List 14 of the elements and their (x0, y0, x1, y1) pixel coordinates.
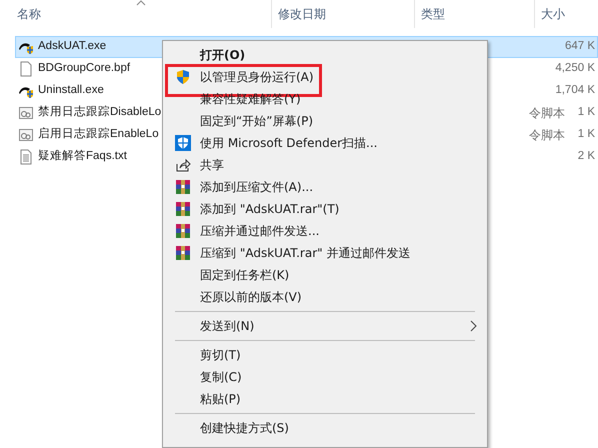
file-size: 647 K (564, 39, 596, 54)
file-size: 1 K (576, 105, 596, 120)
file-name: 启用日志跟踪EnableLo (38, 126, 160, 142)
file-type: 令脚本 (529, 127, 565, 144)
file-name: BDGroupCore.bpf (38, 61, 132, 76)
file-name: 禁用日志跟踪DisableLo (38, 104, 162, 120)
file-name: AdskUAT.exe (38, 39, 108, 54)
file-size: 2 K (576, 149, 596, 164)
file-type: 令脚本 (529, 105, 565, 122)
file-size: 1,704 K (555, 83, 596, 98)
file-name: 疑难解答Faqs.txt (38, 148, 128, 164)
file-size: 4,250 K (555, 61, 596, 76)
file-name: Uninstall.exe (38, 83, 105, 98)
file-size: 1 K (576, 127, 596, 142)
